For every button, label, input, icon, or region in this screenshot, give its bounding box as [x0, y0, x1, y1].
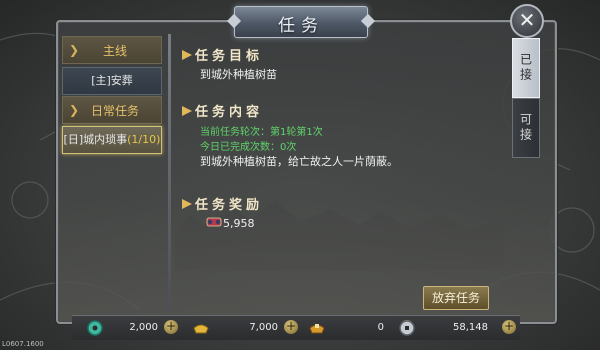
jade-icon — [87, 320, 103, 336]
version-label: L0607.1600 — [2, 340, 44, 348]
tab-available[interactable]: 可接 — [512, 98, 540, 158]
window-title: 任务 — [278, 16, 324, 36]
abandon-task-button[interactable]: 放弃任务 — [423, 286, 489, 310]
tab-label: 可接 — [518, 113, 533, 143]
tab-label: 已接 — [518, 53, 533, 83]
reward-title-text: 任务奖励 — [195, 198, 264, 213]
completed-count: 今日已完成次数：0次 — [200, 142, 297, 153]
tab-accepted[interactable]: 已接 — [512, 38, 540, 98]
add-gold-button[interactable]: + — [284, 320, 298, 334]
add-silver-button[interactable]: + — [502, 320, 516, 334]
currency-jade: 2,000 + — [86, 316, 186, 340]
currency-bar: 2,000 + 7,000 + 0 + 58,148 + — [72, 315, 520, 340]
title-plate: 任务 — [234, 6, 368, 38]
goal-title-text: 任务目标 — [195, 49, 264, 64]
category-main-header[interactable]: ❯ 主线 — [62, 36, 162, 64]
task-label: [主]安葬 — [91, 74, 133, 87]
category-daily-header[interactable]: ❯ 日常任务 — [62, 96, 162, 124]
section-arrow-icon — [182, 106, 192, 116]
goal-text: 到城外种植树苗 — [200, 68, 277, 81]
close-icon: ✕ — [518, 8, 536, 32]
currency-silver: 58,148 + — [398, 316, 520, 340]
currency-value: 0 — [377, 322, 384, 333]
task-item-daily-chores[interactable]: [日]城内琐事(1/10) — [62, 126, 162, 154]
add-jade-button[interactable]: + — [164, 320, 178, 334]
currency-value: 58,148 — [453, 322, 488, 333]
gold-ingot-icon — [193, 324, 209, 334]
goal-section-title: 任务目标 — [182, 45, 263, 64]
task-category-list: ❯ 主线 [主]安葬 ❯ 日常任务 [日]城内琐事(1/10) — [62, 36, 162, 310]
exp-scroll-icon — [206, 217, 222, 227]
task-progress: (1/10) — [127, 133, 161, 146]
content-section-title: 任务内容 — [182, 101, 263, 120]
currency-value: 2,000 — [129, 322, 158, 333]
category-label: 主线 — [102, 44, 127, 58]
reward-section-title: 任务奖励 — [182, 194, 263, 213]
content-title-text: 任务内容 — [195, 105, 264, 120]
silver-coin-icon — [399, 320, 415, 336]
reward-value: 5,958 — [223, 217, 255, 230]
section-arrow-icon — [182, 199, 192, 209]
currency-value: 7,000 — [249, 322, 278, 333]
task-label: [日]城内琐事 — [63, 133, 128, 146]
category-label: 日常任务 — [90, 104, 139, 118]
section-arrow-icon — [182, 50, 192, 60]
currency-gold-ingot: 7,000 + — [192, 316, 302, 340]
close-button[interactable]: ✕ — [510, 4, 544, 38]
content-text: 到城外种植树苗，给亡故之人一片荫蔽。 — [200, 155, 398, 168]
bound-ingot-icon — [309, 324, 325, 334]
task-item-main-burial[interactable]: [主]安葬 — [62, 67, 162, 95]
round-info: 当前任务轮次：第1轮第1次 — [200, 127, 323, 138]
panel-divider — [168, 34, 171, 312]
